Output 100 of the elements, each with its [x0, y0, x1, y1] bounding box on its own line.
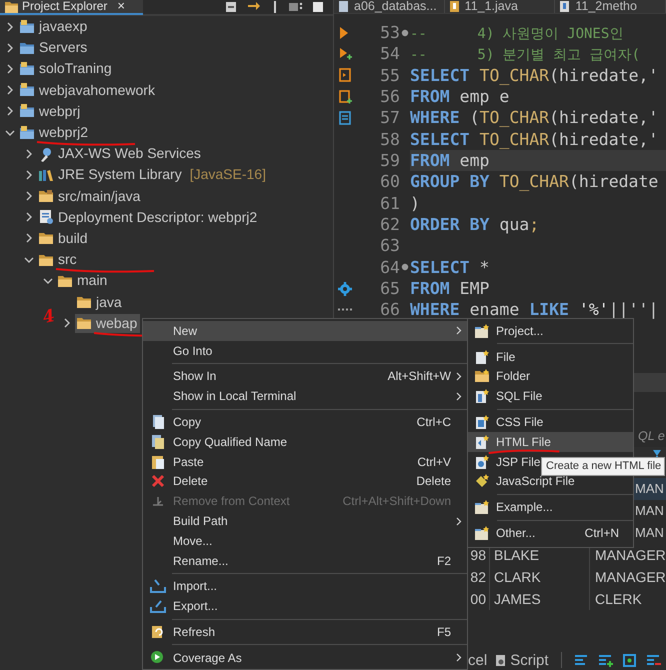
tree-item[interactable]: webjavahomework	[18, 80, 158, 100]
menu-item[interactable]: Coverage As	[143, 648, 467, 668]
new-folder-icon	[474, 499, 490, 516]
new-folder-icon	[474, 322, 490, 339]
menu-item[interactable]: CSS File	[468, 412, 633, 432]
menu-item[interactable]: Copy Ctrl+C	[143, 412, 467, 432]
code-line: -- 4) 사원명이 JONES인	[410, 25, 624, 44]
code-line: WHERE ename LIKE '%'||''|	[410, 299, 660, 321]
collapse-icon[interactable]	[225, 1, 237, 13]
line-number: 65	[379, 279, 400, 298]
code-line: FROM emp e	[410, 86, 510, 108]
new-file-icon	[474, 388, 490, 404]
menu-item[interactable]: Export...	[143, 596, 467, 616]
menu-item[interactable]: Show In Alt+Shift+W	[143, 366, 467, 386]
menu-item[interactable]: Copy Qualified Name	[143, 432, 467, 452]
java-file-icon	[448, 0, 460, 13]
delete-row-icon[interactable]	[646, 653, 662, 667]
gear-icon	[337, 280, 353, 297]
tree-item[interactable]: soloTraning	[18, 59, 115, 78]
code-line: WHERE (TO_CHAR(hiredate,'	[410, 107, 660, 129]
menu-item[interactable]: Example...	[468, 497, 633, 518]
view-tab[interactable]: Project Explorer ×	[0, 0, 143, 15]
menu-item[interactable]: Project...	[468, 321, 633, 341]
line-number: 58	[379, 130, 400, 149]
menu-item[interactable]: SQL File	[468, 386, 633, 406]
fold-marker-icon[interactable]	[401, 263, 409, 272]
menu-item[interactable]: New	[143, 321, 467, 341]
menu-item[interactable]: File	[468, 346, 633, 367]
add-row-icon[interactable]	[598, 653, 614, 667]
delete-icon	[150, 473, 166, 490]
tree-item[interactable]: src/main/java	[37, 186, 144, 206]
panel-tab[interactable]: Script	[495, 652, 549, 668]
folder-icon	[38, 230, 54, 246]
script-icon	[337, 67, 353, 84]
new-file-icon	[474, 473, 490, 490]
tree-item[interactable]: build	[37, 228, 91, 248]
menu-item[interactable]: Import...	[143, 576, 467, 596]
fold-marker-icon[interactable]	[401, 28, 409, 37]
table-cell: 98	[470, 547, 486, 563]
editor-tab[interactable]: 11_2metho	[555, 0, 666, 13]
table-cell: MANAGER	[595, 569, 666, 585]
line-number: 53	[379, 23, 400, 42]
tree-item[interactable]: webap	[75, 314, 140, 333]
table-cell: MAN	[635, 481, 664, 496]
underline-mark	[488, 448, 560, 454]
shortcut-label: Ctrl+N	[584, 526, 619, 540]
tree-item[interactable]: Deployment Descriptor: webprj2	[37, 208, 260, 227]
tree-item[interactable]: java	[75, 292, 125, 312]
close-button[interactable]: ×	[117, 0, 125, 13]
code-line: SELECT *	[410, 256, 490, 278]
new-file-icon	[474, 348, 490, 365]
overflow-menu-icon[interactable]	[289, 1, 303, 13]
tree-item[interactable]: JAX-WS Web Services	[37, 144, 204, 164]
menu-item[interactable]: Folder	[468, 366, 633, 386]
shortcut-label: Ctrl+Alt+Shift+Down	[342, 494, 451, 508]
table-cell: 82	[470, 569, 486, 585]
project-folder-icon	[19, 18, 35, 35]
code-line: FROM EMP	[410, 278, 490, 300]
java-file-icon	[559, 0, 570, 13]
menu-item[interactable]: Build Path	[143, 511, 467, 531]
tray-icon	[150, 598, 166, 614]
tooltip: Create a new HTML file	[541, 457, 665, 476]
table-cell: MANAGER	[595, 547, 666, 563]
tree-item[interactable]: Servers	[18, 38, 90, 58]
code-line: ORDER BY qua;	[410, 214, 540, 236]
tree-item[interactable]: src	[37, 250, 80, 270]
copy-row-icon[interactable]	[622, 653, 638, 667]
project-folder-icon	[19, 60, 35, 77]
panel-tab[interactable]: cel	[468, 652, 488, 668]
line-number: 59	[379, 151, 400, 170]
folder-icon	[4, 0, 18, 13]
menu-item[interactable]: Refresh F5	[143, 622, 467, 642]
tree-item[interactable]: webprj2	[18, 123, 92, 142]
tree-item[interactable]: main	[56, 271, 110, 290]
project-folder-icon	[19, 124, 35, 141]
script-icon	[495, 654, 506, 666]
menu-item[interactable]: Delete Delete	[143, 472, 467, 492]
menu-item[interactable]: Paste Ctrl+V	[143, 452, 467, 472]
line-number: 60	[379, 172, 400, 192]
shortcut-label: Ctrl+V	[417, 454, 451, 469]
menu-item[interactable]: Other... Ctrl+N	[468, 523, 633, 543]
tree-item[interactable]: JRE System Library [JavaSE-16]	[37, 165, 269, 184]
project-folder-icon	[19, 82, 35, 98]
editor-tab[interactable]: a06_databas...	[334, 0, 445, 13]
link-arrows-icon[interactable]	[247, 1, 261, 13]
menu-item[interactable]: Move...	[143, 530, 467, 551]
menu-item[interactable]: Show in Local Terminal	[143, 386, 467, 406]
service-icon	[38, 146, 54, 162]
shortcut-label: Ctrl+C	[416, 415, 451, 430]
menu-item[interactable]: Rename... F2	[143, 550, 467, 571]
table-cell: BLAKE	[494, 547, 540, 563]
tree-item[interactable]: javaexp	[18, 17, 90, 36]
format-icon[interactable]	[574, 653, 590, 667]
folder-icon	[76, 315, 92, 332]
tree-item[interactable]: webprj	[18, 102, 84, 121]
line-number: 64	[379, 258, 400, 277]
menu-item[interactable]: Go Into	[143, 340, 467, 361]
editor-tab[interactable]: 11_1.java	[444, 0, 556, 13]
menu-item[interactable]: HTML File	[468, 432, 633, 452]
line-number: 55	[379, 66, 400, 85]
